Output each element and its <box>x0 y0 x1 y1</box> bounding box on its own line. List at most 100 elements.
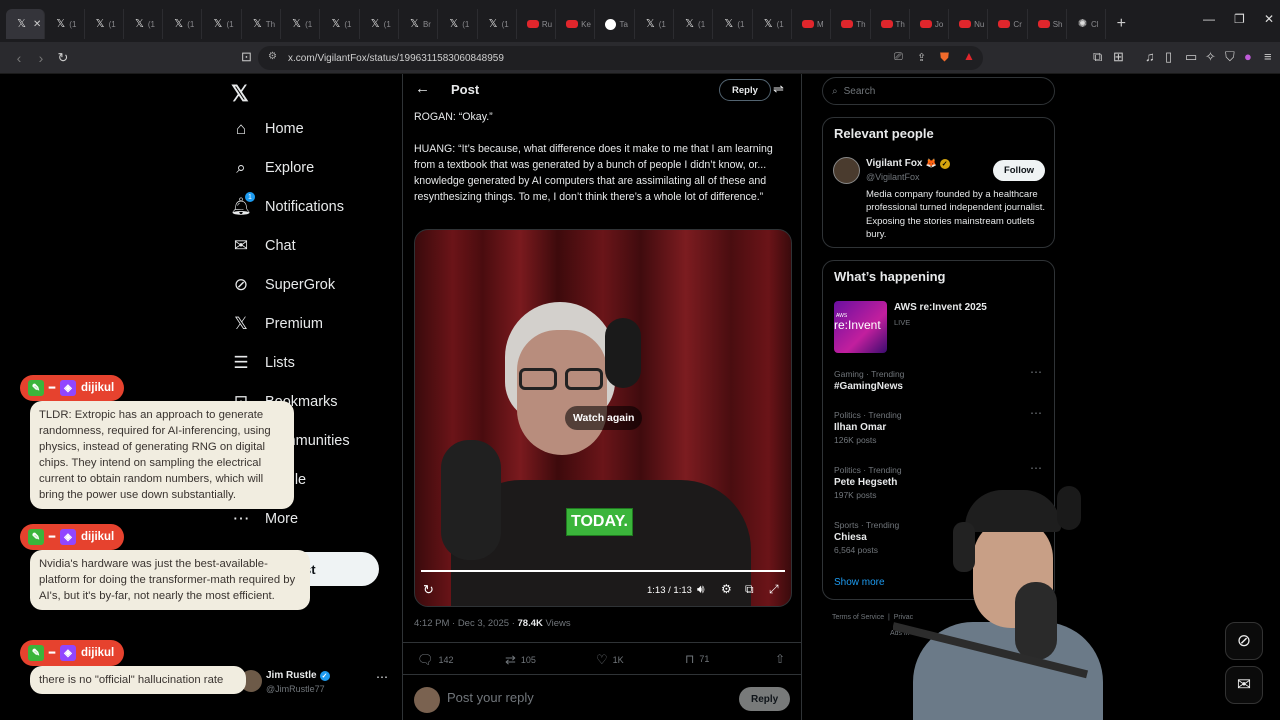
show-more-link[interactable]: Show more <box>834 577 885 588</box>
browser-tab[interactable]: 𝕏 (1 <box>45 9 85 39</box>
address-bar[interactable]: ⚙ x.com/VigilantFox/status/1996311583060… <box>258 46 983 70</box>
x-icon: 𝕏 <box>95 17 105 30</box>
post-timestamp: 4:12 PM · Dec 3, 2025 · <box>414 618 518 629</box>
new-tab-button[interactable]: + <box>1106 15 1136 33</box>
reply-submit-button[interactable]: Reply <box>739 687 791 711</box>
browser-tab[interactable]: 𝕏 (1 <box>360 9 399 39</box>
browser-tab[interactable]: Sh <box>1028 9 1068 39</box>
browser-tab[interactable]: Th <box>831 9 871 39</box>
browser-tab[interactable]: ✺ Cl <box>1067 9 1107 39</box>
event-thumbnail[interactable]: AWS re:Invent <box>834 301 887 353</box>
video-progress-track[interactable] <box>421 570 785 572</box>
browser-tab[interactable]: 𝕏 (1 <box>281 9 321 39</box>
browser-tab[interactable]: 𝕏 (1 <box>202 9 242 39</box>
browser-tab[interactable]: Jo <box>910 9 950 39</box>
event-name[interactable]: AWS re:Invent 2025 <box>894 302 987 313</box>
nav-item-home[interactable]: ⌂ Home <box>231 119 304 139</box>
close-tab-icon[interactable]: ✕ <box>33 19 41 30</box>
browser-tab[interactable]: 𝕏 (1 <box>635 9 675 39</box>
reload-icon[interactable]: ↻ <box>52 50 74 66</box>
nav-item-more[interactable]: ⋯ More <box>231 509 299 529</box>
fullscreen-icon[interactable]: ⤢ <box>769 582 779 597</box>
restore-icon[interactable]: ❐ <box>1234 12 1245 26</box>
video-player[interactable]: Watch again TODAY. ↻ 1:13 / 1:13 🔊︎ ⚙ ⧉ … <box>414 229 792 607</box>
browser-tab[interactable]: 𝕏 (1 <box>320 9 360 39</box>
repost-action[interactable]: ⇄ 105 <box>505 652 536 668</box>
profile-avatar-icon[interactable]: ● <box>1244 49 1252 64</box>
browser-tab[interactable]: M <box>792 9 832 39</box>
nav-item-explore[interactable]: ⌕ Explore <box>231 158 314 178</box>
account-switcher[interactable]: Jim Rustle ✓ @JimRustle77 ⋯ <box>240 666 390 702</box>
browser-tab[interactable]: 𝕏 Th <box>242 9 282 39</box>
settings-icon[interactable]: ⚙ <box>721 582 732 596</box>
nav-item-notifications[interactable]: 🔔︎ 1 Notifications <box>230 192 344 217</box>
minimize-icon[interactable]: — <box>1203 12 1215 26</box>
brave-shield-icon[interactable]: ⛊ <box>940 50 949 65</box>
like-action[interactable]: ♡ 1K <box>596 652 624 668</box>
follow-button[interactable]: Follow <box>993 160 1045 181</box>
x-logo-icon[interactable]: 𝕏 <box>231 81 249 107</box>
close-window-icon[interactable]: ✕ <box>1264 12 1274 26</box>
trend-item[interactable]: Gaming · Trending #GamingNews <box>834 369 1044 394</box>
screenshot-icon[interactable]: ⊞ <box>1113 49 1124 65</box>
nav-item-premium[interactable]: 𝕏 Premium <box>231 314 323 334</box>
messages-button[interactable]: ✉ <box>1225 666 1263 704</box>
site-info-icon[interactable]: ⚙ <box>268 51 277 62</box>
header-reply-button[interactable]: Reply <box>719 79 771 101</box>
nav-item-lists[interactable]: ☰ Lists <box>231 353 294 373</box>
browser-tab[interactable]: Cr <box>988 9 1028 39</box>
vpn-icon[interactable]: ⛉ <box>1225 49 1235 65</box>
browser-tab[interactable]: Ta <box>595 9 635 39</box>
reply-input[interactable]: Post your reply <box>447 690 534 705</box>
wallet-icon[interactable]: ▭ <box>1185 49 1197 65</box>
nav-item-supergrok[interactable]: ⊘ SuperGrok <box>231 275 335 295</box>
browser-tab[interactable]: 𝕏 (1 <box>438 9 478 39</box>
bookmark-action[interactable]: ⊓ 71 <box>685 652 709 666</box>
share-action[interactable]: ⇧ <box>775 652 785 666</box>
browser-tab[interactable]: Th <box>871 9 910 39</box>
back-arrow-icon[interactable]: ← <box>415 80 430 97</box>
back-icon[interactable]: ‹ <box>8 50 30 66</box>
terms-link[interactable]: Terms of Service <box>832 614 884 621</box>
search-input[interactable]: ⌕ Search <box>822 77 1055 105</box>
account-more-icon[interactable]: ⋯ <box>376 670 388 684</box>
reply-action[interactable]: 🗨︎ 142 <box>417 652 454 668</box>
forward-icon[interactable]: › <box>30 50 52 66</box>
trend-more-icon[interactable]: ⋯ <box>1030 365 1042 379</box>
filter-icon[interactable]: ⇌ <box>773 81 784 97</box>
browser-tab[interactable]: 𝕏 (1 <box>163 9 203 39</box>
sidebar-toggle-icon[interactable]: ▯ <box>1165 49 1172 65</box>
trend-item[interactable]: Politics · Trending Ilhan Omar 126K posts <box>834 410 1044 445</box>
browser-tab[interactable]: Ru <box>517 9 557 39</box>
menu-icon[interactable]: ≡ <box>1264 49 1272 64</box>
leo-ai-icon[interactable]: ✧ <box>1205 49 1216 65</box>
pip-icon[interactable]: ⧉ <box>745 582 754 597</box>
browser-tab[interactable]: 𝕏 (1 <box>85 9 124 39</box>
browser-tab[interactable]: 𝕏 Br <box>399 9 439 39</box>
watch-again-label[interactable]: Watch again <box>565 406 643 430</box>
browser-tab[interactable]: 𝕏 (1 <box>478 9 517 39</box>
browser-tab[interactable]: Ke <box>556 9 596 39</box>
brave-rewards-icon[interactable]: ▲ <box>963 49 975 63</box>
browser-tab[interactable]: 𝕏 (1 <box>674 9 714 39</box>
browser-tab[interactable]: 𝕏 ✕ <box>6 9 46 39</box>
replay-icon[interactable]: ↻ <box>423 582 434 598</box>
trend-more-icon[interactable]: ⋯ <box>1030 406 1042 420</box>
bookmark-page-icon[interactable]: ⊡ <box>241 49 252 65</box>
grok-button[interactable]: ⊘ <box>1225 622 1263 660</box>
share-icon[interactable]: ⇪ <box>917 51 926 64</box>
vigilant-fox-avatar[interactable] <box>833 157 860 184</box>
browser-tab[interactable]: 𝕏 (1 <box>124 9 164 39</box>
person-name[interactable]: Vigilant Fox <box>866 158 923 169</box>
person-handle: @VigilantFox <box>866 172 920 182</box>
browser-tab[interactable]: Nu <box>949 9 989 39</box>
install-icon[interactable]: ⎚ <box>894 51 903 64</box>
extensions-icon[interactable]: ⧉ <box>1093 49 1102 65</box>
volume-icon[interactable]: 🔊︎ <box>697 582 705 597</box>
media-icon[interactable]: ♫ <box>1145 49 1155 64</box>
browser-tab[interactable]: 𝕏 (1 <box>713 9 753 39</box>
trend-more-icon[interactable]: ⋯ <box>1030 461 1042 475</box>
nav-item-chat[interactable]: ✉ Chat <box>231 236 296 256</box>
grok-icon: ⊘ <box>1236 631 1252 650</box>
browser-tab[interactable]: 𝕏 (1 <box>753 9 792 39</box>
